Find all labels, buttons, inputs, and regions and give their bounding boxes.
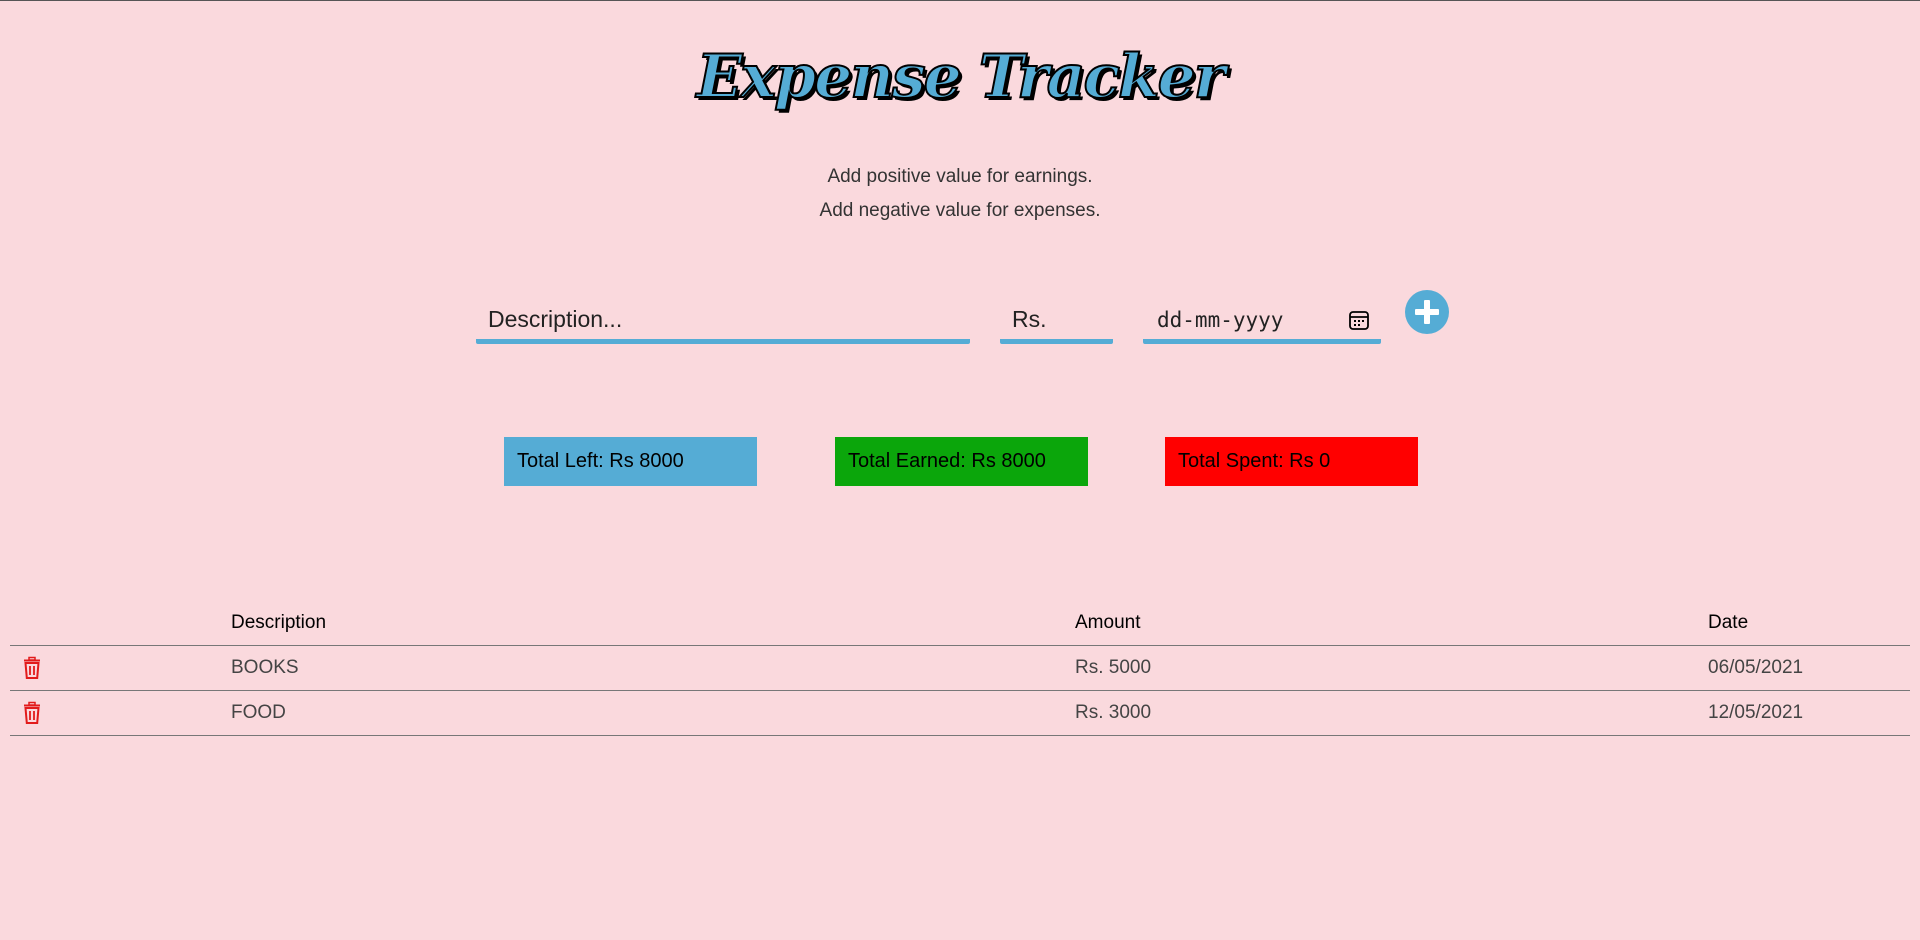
page-title: Expense Tracker bbox=[696, 41, 1227, 113]
amount-input[interactable] bbox=[1000, 300, 1113, 344]
plus-circle-icon bbox=[1415, 300, 1439, 324]
header-amount: Amount bbox=[1075, 611, 1141, 633]
total-earned-badge: Total Earned: Rs 8000 bbox=[835, 437, 1088, 486]
row-amount: Rs. 5000 bbox=[1075, 657, 1152, 678]
hint-earnings: Add positive value for earnings. bbox=[827, 166, 1093, 187]
table-row: BOOKS Rs. 5000 06/05/2021 bbox=[10, 646, 1910, 691]
row-date: 06/05/2021 bbox=[1708, 657, 1804, 678]
total-left-badge: Total Left: Rs 8000 bbox=[504, 437, 757, 486]
trash-icon[interactable] bbox=[20, 656, 44, 680]
description-input[interactable] bbox=[476, 300, 970, 344]
row-date: 12/05/2021 bbox=[1708, 702, 1804, 723]
delete-button[interactable] bbox=[20, 691, 44, 735]
delete-button[interactable] bbox=[20, 646, 44, 690]
header-date: Date bbox=[1708, 611, 1749, 633]
top-border bbox=[0, 0, 1920, 1]
table-row: FOOD Rs. 3000 12/05/2021 bbox=[10, 691, 1910, 736]
date-placeholder: dd-mm-yyyy bbox=[1157, 307, 1284, 332]
row-amount: Rs. 3000 bbox=[1075, 702, 1152, 723]
transactions-table: Description Amount Date BOOKS Rs. 5000 0… bbox=[10, 600, 1910, 736]
hint-expenses: Add negative value for expenses. bbox=[819, 200, 1101, 221]
trash-icon[interactable] bbox=[20, 701, 44, 725]
date-input[interactable]: dd-mm-yyyy bbox=[1143, 300, 1381, 344]
header-description: Description bbox=[231, 611, 327, 633]
table-header: Description Amount Date bbox=[10, 600, 1910, 646]
total-spent-badge: Total Spent: Rs 0 bbox=[1165, 437, 1418, 486]
add-button[interactable] bbox=[1405, 290, 1449, 334]
row-description: FOOD bbox=[231, 702, 286, 723]
calendar-icon[interactable] bbox=[1347, 308, 1371, 332]
row-description: BOOKS bbox=[231, 657, 299, 678]
